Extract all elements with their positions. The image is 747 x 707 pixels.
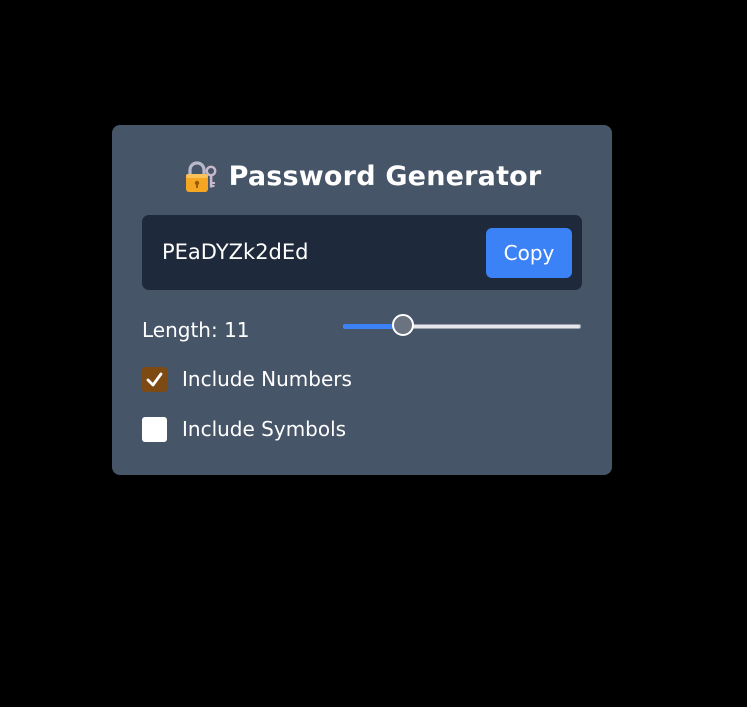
length-label: Length: 11 — [142, 318, 250, 342]
length-slider[interactable] — [343, 314, 581, 336]
include-symbols-label: Include Symbols — [182, 417, 347, 441]
include-symbols-option[interactable]: Include Symbols — [142, 414, 346, 444]
header: Password Generator — [112, 125, 612, 228]
include-numbers-option[interactable]: Include Numbers — [142, 364, 352, 394]
password-display: PEaDYZk2dEd Copy — [142, 215, 582, 290]
app-title: Password Generator — [228, 161, 542, 192]
lock-with-key-icon — [185, 160, 216, 192]
slider-thumb[interactable] — [392, 314, 414, 336]
checkmark-icon — [146, 372, 163, 386]
include-numbers-label: Include Numbers — [182, 367, 352, 391]
password-value: PEaDYZk2dEd — [162, 240, 309, 264]
include-symbols-checkbox[interactable] — [142, 416, 167, 442]
password-generator-card: Password Generator PEaDYZk2dEd Copy Leng… — [112, 125, 612, 475]
copy-button[interactable]: Copy — [486, 228, 572, 278]
include-numbers-checkbox[interactable] — [142, 366, 167, 392]
